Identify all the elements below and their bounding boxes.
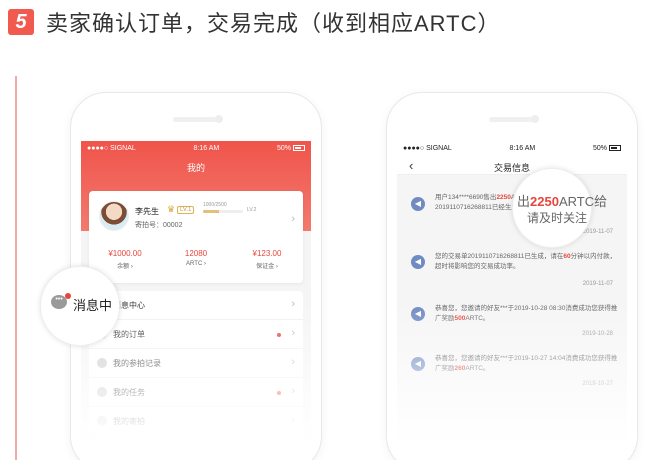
menu-item-label: 我的参拍记录 [113, 358, 161, 368]
status-carrier: ●●●●○ SIGNAL [87, 145, 136, 152]
phone-speaker [173, 117, 219, 122]
message-date: 2019-11-07 [582, 229, 613, 235]
menu-item-orders[interactable]: 我的订单 › [89, 320, 303, 349]
message-item[interactable]: ◀ 您的交易单2019110716268811已生成，请在60分钟以内付款，超时… [405, 249, 619, 299]
phone-camera [215, 115, 223, 123]
notification-icon: ◀ [411, 255, 425, 269]
avatar[interactable] [99, 201, 129, 231]
zoom-text-line2: 请及时关注 [527, 211, 588, 225]
status-time: 8:16 AM [193, 145, 220, 152]
user-name: 李先生 [135, 207, 159, 216]
level-progress-bar [203, 210, 243, 213]
stat-artc[interactable]: 12080 ARTC › [166, 249, 226, 267]
notification-dot [65, 293, 71, 299]
menu-item-bid-records[interactable]: 我的参拍记录 › [89, 349, 303, 378]
battery-icon [609, 145, 621, 152]
stat-value: ¥123.00 [252, 249, 282, 258]
menu-item-messages[interactable]: 消息中心 › [89, 291, 303, 320]
message-text: 恭喜您，您邀请的好友***于2019-10-27 14:04消费成功您获得推广奖… [435, 355, 618, 372]
stat-deposit[interactable]: ¥123.00 保证金 › [237, 249, 297, 270]
chevron-right-icon: › [291, 356, 295, 368]
crown-icon: ♛ [167, 204, 176, 214]
message-item[interactable]: ◀ 恭喜您，您邀请的好友***于2019-10-28 08:30消费成功您获得推… [405, 301, 619, 345]
chevron-right-icon: › [291, 385, 295, 397]
chevron-right-icon: › [291, 213, 295, 225]
status-battery: 50% [277, 145, 305, 155]
message-date: 2019-10-28 [582, 331, 613, 337]
profile-menu: 消息中心 › 我的订单 › 我的参拍记录 › 我的任务 › 我的寄拍 › [89, 291, 303, 436]
menu-item-label: 我的寄拍 [113, 416, 145, 426]
notification-icon: ◀ [411, 307, 425, 321]
stat-label: 保证金 › [256, 264, 278, 270]
step-title: 卖家确认订单，交易完成（收到相应ARTC） [46, 11, 501, 36]
messages-header: ●●●●○ SIGNAL 8:16 AM 50% ‹ 交易信息 [397, 141, 627, 175]
battery-icon [293, 145, 305, 152]
next-level: LV.2 [247, 207, 257, 213]
menu-item-label: 我的任务 [113, 387, 145, 397]
stat-label: 余额 › [117, 264, 133, 270]
user-card[interactable]: 李先生 ♛ LV.1 1000/2500 LV.2 寄拍号：00002 › ¥1… [89, 191, 303, 283]
chevron-right-icon: › [291, 414, 295, 426]
menu-item-label: 我的订单 [113, 329, 145, 339]
step-header: 5 卖家确认订单，交易完成（收到相应ARTC） [8, 8, 501, 36]
right-phone-screen: ●●●●○ SIGNAL 8:16 AM 50% ‹ 交易信息 ◀ 用户134*… [397, 141, 627, 460]
zoom-text-line1: 出2250ARTC给 [517, 194, 608, 209]
stat-balance[interactable]: ¥1000.00 余额 › [95, 249, 155, 270]
phone-camera [531, 115, 539, 123]
phone-speaker [489, 117, 535, 122]
message-text: 恭喜您，您邀请的好友***于2019-10-28 08:30消费成功您获得推广奖… [435, 305, 618, 322]
level-progress-fill [203, 210, 219, 213]
level-progress-text: 1000/2500 [203, 202, 227, 208]
status-battery: 50% [593, 145, 621, 155]
task-icon [97, 387, 107, 397]
side-line [15, 76, 17, 460]
right-phone-frame: ●●●●○ SIGNAL 8:16 AM 50% ‹ 交易信息 ◀ 用户134*… [386, 92, 638, 460]
notification-icon: ◀ [411, 197, 425, 211]
nav-title: 我的 [186, 163, 205, 173]
record-icon [97, 358, 107, 368]
nav-title: 交易信息 [493, 163, 530, 173]
stat-label: ARTC › [186, 261, 206, 267]
step-number-badge: 5 [8, 9, 34, 35]
seller-number: 寄拍号：00002 [135, 222, 183, 229]
status-bar: ●●●●○ SIGNAL 8:16 AM 50% [87, 145, 305, 155]
chevron-right-icon: › [291, 298, 295, 310]
level-badge: LV.1 [177, 206, 195, 214]
stat-value: ¥1000.00 [108, 249, 142, 258]
status-time: 8:16 AM [509, 145, 536, 152]
zoom-text: 消息中 [73, 298, 113, 313]
message-text: 您的交易单2019110716268811已生成，请在60分钟以内付款，超时将影… [435, 253, 617, 270]
left-phone-frame: ●●●●○ SIGNAL 8:16 AM 50% 我的 李先生 ♛ LV.1 1… [70, 92, 322, 460]
menu-item-consign[interactable]: 我的寄拍 › [89, 407, 303, 436]
message-date: 2019-10-27 [582, 381, 613, 387]
status-bar: ●●●●○ SIGNAL 8:16 AM 50% [403, 145, 621, 155]
message-item[interactable]: ◀ 恭喜您，您邀请的好友***于2019-10-27 14:04消费成功您获得推… [405, 351, 619, 395]
notification-dot [277, 333, 281, 337]
status-carrier: ●●●●○ SIGNAL [403, 145, 452, 152]
zoom-callout-message: 出2250ARTC给 请及时关注 [512, 168, 607, 248]
menu-item-tasks[interactable]: 我的任务 › [89, 378, 303, 407]
message-date: 2019-11-07 [582, 281, 613, 287]
stat-value: 12080 [184, 249, 208, 258]
chevron-right-icon: › [291, 327, 295, 339]
notification-dot [277, 391, 281, 395]
zoom-callout-messages: ••• 消息中 [40, 266, 120, 346]
notification-icon: ◀ [411, 357, 425, 371]
consign-icon [97, 416, 107, 426]
